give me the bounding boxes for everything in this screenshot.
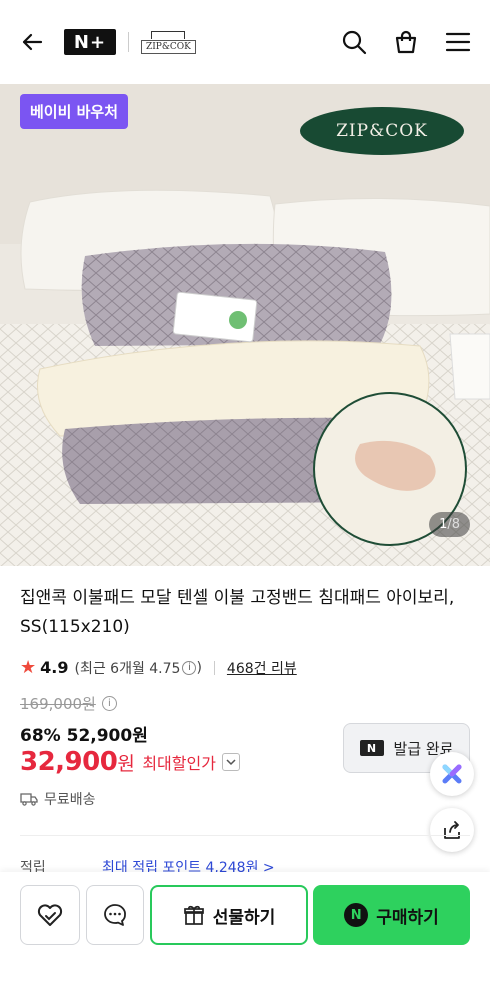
wishlist-button[interactable]: [20, 885, 80, 945]
share-icon: [444, 821, 460, 839]
product-photo: [0, 84, 490, 566]
price-info-icon[interactable]: i: [101, 696, 117, 711]
shipping-label: 무료배송: [44, 792, 96, 808]
original-price: 169,000원: [20, 695, 96, 713]
max-discount-row: 32,900원 최대할인가: [20, 747, 240, 777]
rating-recent: (최근 6개월 4.75: [74, 660, 181, 677]
house-roof-icon: [151, 30, 186, 39]
buy-button[interactable]: N 구매하기: [313, 885, 470, 945]
sparkle-icon: [442, 764, 462, 784]
max-discount-price: 32,900원: [20, 747, 135, 777]
heart-icon: [37, 904, 63, 926]
chevron-down-icon: [226, 759, 236, 766]
brand-mini-text: ZIP&COK: [141, 39, 196, 54]
review-count-link[interactable]: 468건 리뷰: [227, 658, 297, 678]
search-button[interactable]: [340, 28, 368, 56]
expand-discount-button[interactable]: [221, 753, 240, 771]
discount-price: 68% 52,900원: [20, 726, 148, 746]
brand-logo: ZIP&COK: [300, 107, 464, 155]
star-icon: ★: [20, 657, 37, 678]
gift-button[interactable]: 선물하기: [150, 885, 308, 945]
shipping-info: 무료배송: [20, 789, 96, 809]
naver-badge-icon: N: [359, 740, 384, 756]
talk-button[interactable]: [86, 885, 144, 945]
max-discount-label: 최대할인가: [142, 754, 216, 773]
menu-button[interactable]: [444, 28, 472, 56]
rating-divider: [213, 660, 215, 675]
info-icon[interactable]: i: [182, 660, 197, 675]
menu-icon: [445, 32, 471, 52]
arrow-left-icon: [22, 33, 43, 51]
max-price-value: 32,900: [20, 747, 118, 777]
gift-icon: [183, 905, 204, 925]
max-price-unit: 원: [117, 753, 135, 775]
back-button[interactable]: [18, 28, 46, 56]
bottom-action-bar: 선물하기 N 구매하기: [0, 872, 490, 1000]
buy-label: 구매하기: [376, 907, 439, 928]
rating-close: ): [196, 659, 202, 676]
nplus-logo[interactable]: N+: [64, 29, 116, 55]
share-button[interactable]: [430, 808, 474, 852]
image-counter: 1/8: [429, 512, 470, 537]
naver-pay-icon: N: [344, 903, 369, 927]
voucher-badge: 베이비 바우처: [20, 94, 129, 129]
shopping-bag-icon: [395, 30, 417, 54]
top-header: N+ ZIP&COK: [0, 0, 490, 84]
cart-button[interactable]: [392, 28, 420, 56]
search-icon: [342, 30, 367, 55]
rating-score: 4.9: [40, 658, 69, 677]
header-divider: [128, 32, 129, 52]
brand-mini-logo[interactable]: ZIP&COK: [141, 30, 196, 54]
product-title: 집앤콕 이불패드 모달 텐셀 이불 고정밴드 침대패드 아이보리, SS(115…: [20, 588, 455, 637]
chat-bubble-icon: [104, 904, 126, 926]
product-image-carousel[interactable]: 베이비 바우처 ZIP&COK 1/8: [0, 84, 490, 566]
truck-icon: [20, 793, 38, 806]
ai-assistant-button[interactable]: [430, 752, 474, 796]
rating-row: ★ 4.9 (최근 6개월 4.75 i ) 468건 리뷰: [20, 657, 297, 678]
section-divider: [20, 835, 470, 836]
gift-label: 선물하기: [212, 907, 276, 928]
image-counter-total: /8: [447, 517, 460, 532]
original-price-row: 169,000원 i: [20, 693, 117, 714]
